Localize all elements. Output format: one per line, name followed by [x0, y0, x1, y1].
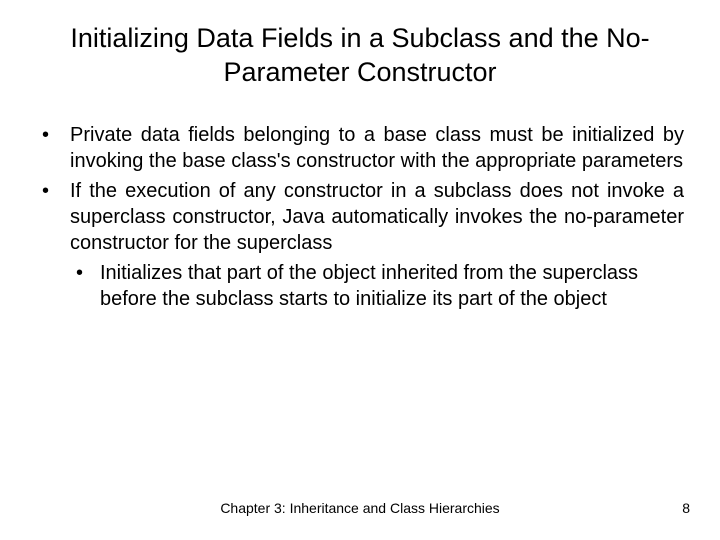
list-item: Initializes that part of the object inhe…	[70, 260, 684, 312]
bullet-list: Private data fields belonging to a base …	[36, 122, 684, 312]
slide-footer: Chapter 3: Inheritance and Class Hierarc…	[0, 500, 720, 516]
list-item: Private data fields belonging to a base …	[36, 122, 684, 174]
list-item: If the execution of any constructor in a…	[36, 178, 684, 312]
bullet-text: If the execution of any constructor in a…	[70, 180, 684, 254]
page-number: 8	[682, 500, 690, 516]
bullet-text: Initializes that part of the object inhe…	[100, 262, 638, 310]
slide-title: Initializing Data Fields in a Subclass a…	[36, 22, 684, 90]
sub-bullet-list: Initializes that part of the object inhe…	[70, 260, 684, 312]
slide: Initializing Data Fields in a Subclass a…	[0, 0, 720, 540]
chapter-label: Chapter 3: Inheritance and Class Hierarc…	[0, 500, 720, 516]
bullet-text: Private data fields belonging to a base …	[70, 124, 684, 172]
